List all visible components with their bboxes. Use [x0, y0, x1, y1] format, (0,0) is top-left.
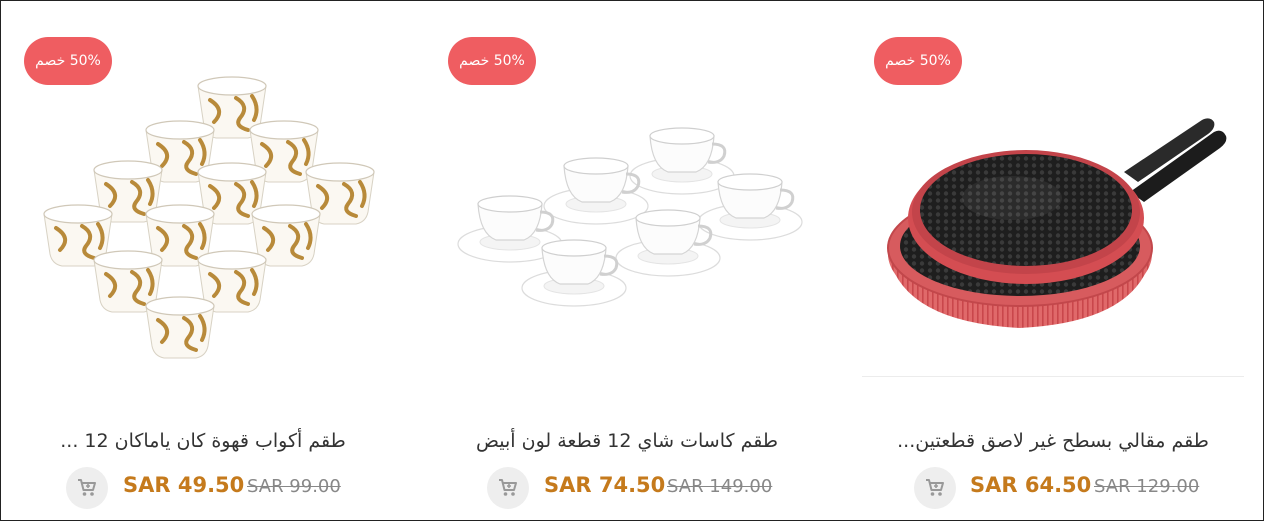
- add-to-cart-button[interactable]: [487, 467, 529, 509]
- add-to-cart-button[interactable]: [914, 467, 956, 509]
- price-row: SAR 64.50 SAR 129.00: [862, 467, 1244, 511]
- discount-badge: 50% خصم: [448, 37, 536, 85]
- add-to-cart-button[interactable]: [66, 467, 108, 509]
- product-title[interactable]: طقم مقالي بسطح غير لاصق قطعتين...: [862, 430, 1244, 452]
- sale-price: SAR 64.50: [970, 473, 1092, 497]
- price-row: SAR 49.50 SAR 99.00: [12, 467, 394, 511]
- discount-badge: 50% خصم: [24, 37, 112, 85]
- product-title[interactable]: طقم أكواب قهوة كان ياماكان 12 ...: [12, 430, 394, 452]
- price-row: SAR 74.50 SAR 149.00: [436, 467, 818, 511]
- shopping-cart-icon: [926, 479, 944, 496]
- shopping-cart-icon: [499, 479, 517, 496]
- product-title[interactable]: طقم كاسات شاي 12 قطعة لون أبيض: [436, 430, 818, 452]
- product-card-frying-pans[interactable]: 50% خصم طقم مقالي بسطح غير لاصق قطعتين..…: [862, 22, 1260, 522]
- sale-price: SAR 74.50: [544, 473, 666, 497]
- sale-price: SAR 49.50: [123, 473, 245, 497]
- product-card-tea-cups[interactable]: 50% خصم طقم كاسات شاي 12 قطعة لون أبيض S…: [436, 22, 834, 522]
- discount-badge: 50% خصم: [874, 37, 962, 85]
- shopping-cart-icon: [78, 479, 96, 496]
- original-price: SAR 99.00: [247, 476, 341, 497]
- original-price: SAR 129.00: [1094, 476, 1200, 497]
- original-price: SAR 149.00: [667, 476, 773, 497]
- product-card-coffee-cups[interactable]: 50% خصم طقم أكواب قهوة كان ياماكان 12 ..…: [12, 22, 410, 522]
